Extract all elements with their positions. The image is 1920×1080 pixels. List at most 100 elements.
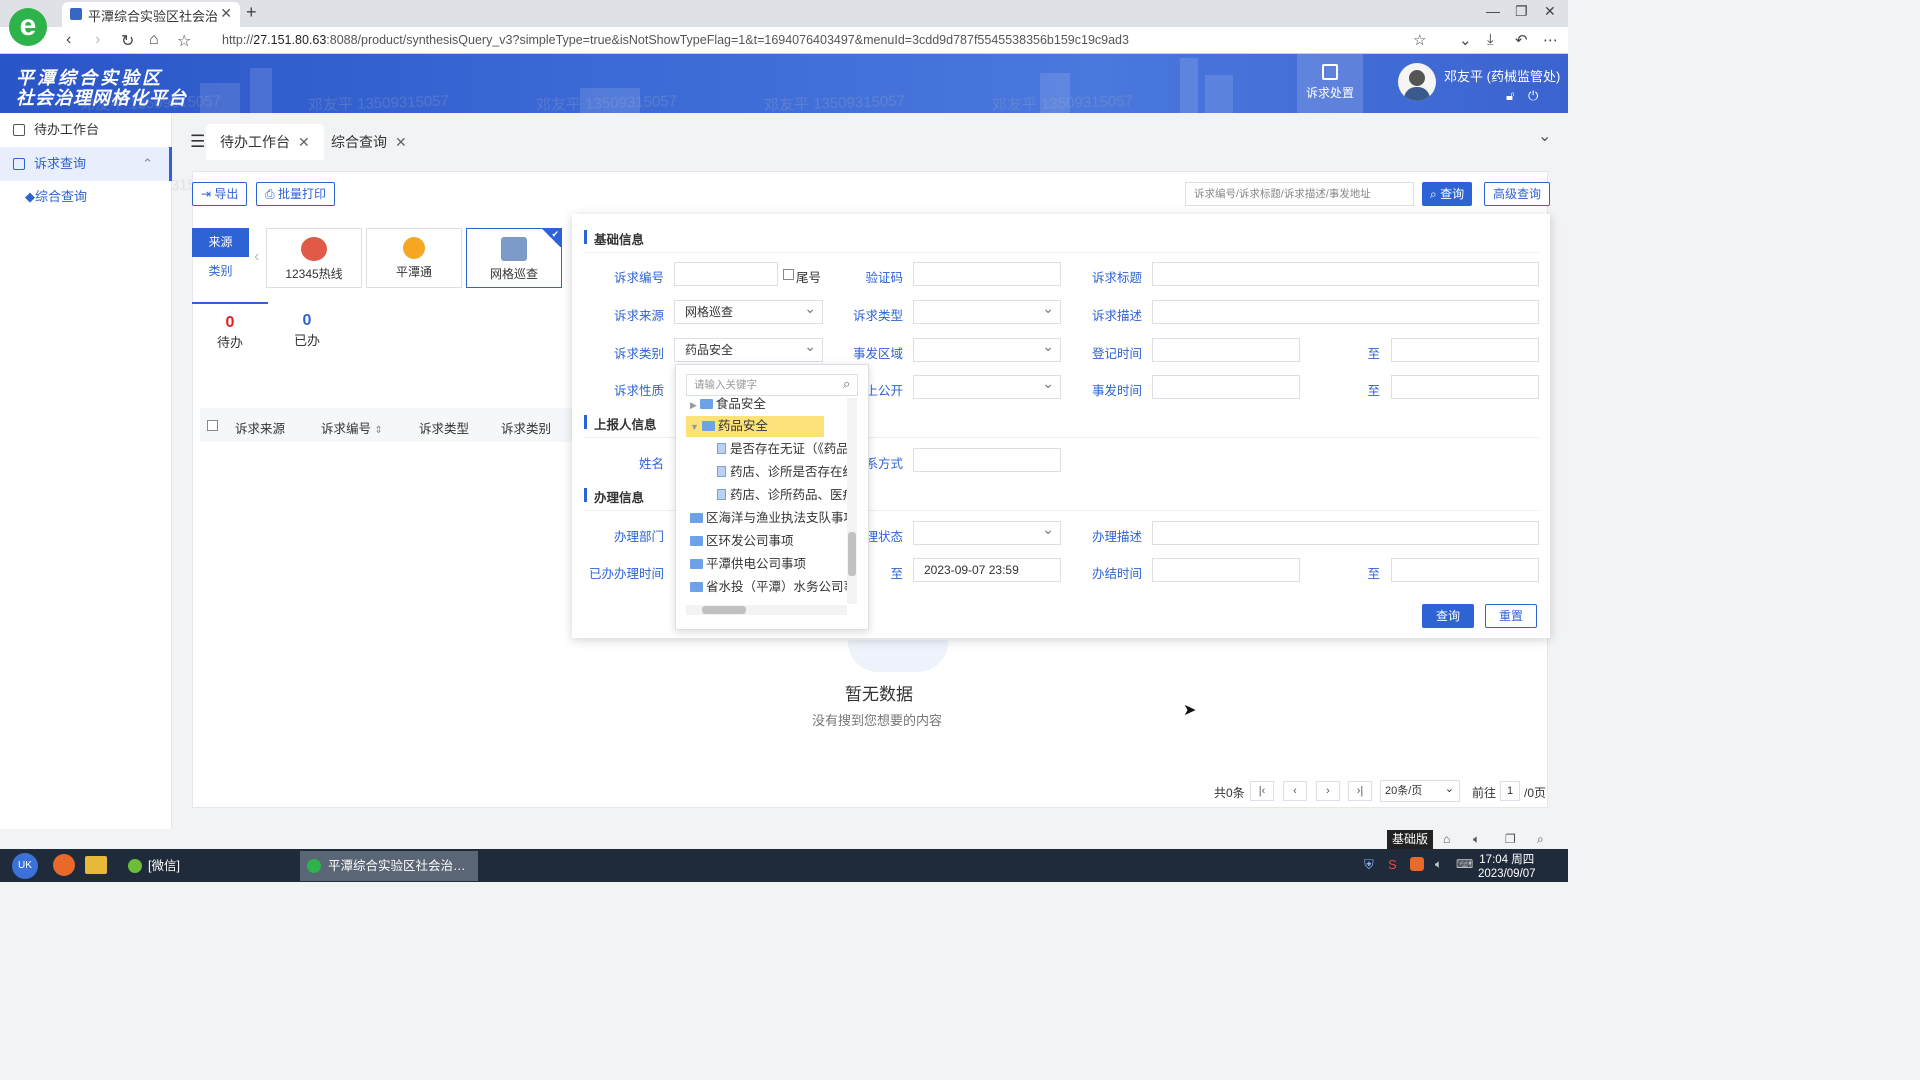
tree-node[interactable]: ▶ 食品安全 — [690, 394, 766, 415]
tree-node[interactable]: 省水投（平潭）水务公司事项 — [690, 577, 847, 598]
home-icon[interactable]: ⌂ — [149, 31, 159, 49]
url-field[interactable]: http://27.151.80.63:8088/product/synthes… — [222, 33, 1129, 47]
tree-node[interactable]: 区环发公司事项 — [690, 531, 794, 552]
source-card-12345[interactable]: 12345热线 — [266, 228, 362, 288]
public-select[interactable] — [913, 372, 1061, 399]
power-icon[interactable]: ⏻ — [1528, 88, 1538, 104]
desc-input[interactable] — [1152, 300, 1539, 324]
window-icon[interactable]: ❐ — [1505, 832, 1516, 846]
clock[interactable]: 17:04 周四 2023/09/07 — [1478, 853, 1536, 881]
menu-toggle-icon[interactable]: ☰ — [190, 132, 205, 152]
search-icon[interactable]: ⌕ — [843, 376, 850, 392]
first-page-button[interactable]: |‹ — [1250, 781, 1274, 801]
contact-input[interactable] — [913, 448, 1061, 472]
chevron-down-icon[interactable]: ⌄ — [1538, 126, 1551, 146]
speaker-icon[interactable]: 🔈︎ — [1473, 832, 1480, 847]
source-card-pingtantong[interactable]: 平潭通 — [366, 228, 462, 288]
select-all-checkbox[interactable] — [207, 420, 218, 431]
close-icon[interactable]: ✕ — [298, 134, 310, 150]
suqiu-chuzhi-button[interactable]: 诉求处置 — [1297, 54, 1363, 113]
forward-icon[interactable]: › — [95, 31, 100, 49]
title-input[interactable] — [1152, 262, 1539, 286]
tree-vertical-thumb[interactable] — [848, 532, 856, 576]
sidebar-subitem-synthesis[interactable]: ◆综合查询 — [25, 186, 87, 205]
tab-todo[interactable]: 待办工作台 ✕ — [206, 124, 324, 160]
browser-tab[interactable]: 平潭综合实验区社会治 ✕ — [62, 2, 240, 27]
download-icon[interactable]: ⤓ — [1487, 31, 1494, 48]
tree-horizontal-thumb[interactable] — [702, 606, 746, 614]
column-header[interactable]: 诉求类型 — [419, 418, 469, 437]
tail-checkbox[interactable] — [783, 269, 794, 280]
reg-time-end[interactable] — [1391, 338, 1539, 362]
page-size-select[interactable]: 20条/页 ⌄ — [1380, 780, 1460, 802]
adv-reset-button[interactable]: 重置 — [1485, 604, 1537, 628]
reload-icon[interactable]: ↻ — [121, 31, 134, 51]
task-wechat[interactable]: [微信] — [120, 851, 296, 881]
status-icon-1[interactable]: ⌂ — [1443, 832, 1450, 846]
lock-icon[interactable]: 🔓︎ — [1506, 88, 1514, 104]
category-tab[interactable]: 类别 — [192, 262, 249, 282]
sidebar-item-suqiu-query[interactable]: 诉求查询 ⌃ — [0, 147, 172, 181]
done-time-end[interactable]: 2023-09-07 23:59 — [913, 558, 1061, 582]
network-icon[interactable]: ⌨︎ — [1456, 857, 1473, 871]
minimize-icon[interactable]: — — [1486, 3, 1500, 19]
count-pending[interactable]: 0 待办 — [192, 302, 268, 360]
more-icon[interactable]: ⋯ — [1543, 31, 1558, 49]
firefox-icon[interactable] — [53, 854, 75, 876]
column-header[interactable]: 诉求来源 — [235, 418, 285, 437]
favorite-star-icon[interactable]: ☆ — [1413, 31, 1426, 49]
batch-print-button[interactable]: ⎙ 批量打印 — [256, 182, 335, 206]
next-page-button[interactable]: › — [1316, 781, 1340, 801]
page-input[interactable]: 1 — [1500, 781, 1520, 801]
query-button[interactable]: ⌕ 查询 — [1422, 182, 1473, 206]
volume-icon[interactable]: 🔈︎ — [1435, 857, 1442, 872]
tree-node-selected[interactable]: ▼ 药品安全 — [686, 416, 824, 437]
edition-badge[interactable]: 基础版 — [1387, 830, 1433, 849]
sidebar-item-todo[interactable]: 待办工作台 — [0, 113, 172, 147]
verify-input[interactable] — [913, 262, 1061, 286]
source-tab[interactable]: 来源 — [192, 228, 249, 257]
new-tab-icon[interactable]: + — [246, 2, 257, 23]
file-manager-icon[interactable] — [85, 856, 107, 874]
avatar[interactable] — [1398, 63, 1436, 101]
tray-app-icon[interactable]: S — [1388, 857, 1397, 872]
finish-time-end[interactable] — [1391, 558, 1539, 582]
count-done[interactable]: 0 已办 — [269, 302, 345, 360]
task-browser[interactable]: 平潭综合实验区社会治… — [300, 851, 478, 881]
column-header[interactable]: 诉求编号 ⇕ — [321, 418, 383, 437]
close-window-icon[interactable]: ✕ — [1544, 3, 1556, 20]
finish-time-start[interactable] — [1152, 558, 1300, 582]
tree-node[interactable]: 区海洋与渔业执法支队事项 — [690, 508, 847, 529]
type-select[interactable] — [913, 297, 1061, 324]
tree-node[interactable]: 平潭供电公司事项 — [690, 554, 806, 575]
close-icon[interactable]: ✕ — [395, 134, 407, 150]
last-page-button[interactable]: ›| — [1348, 781, 1372, 801]
tree-search-input[interactable]: 请输入关键字 — [686, 374, 858, 396]
state-select[interactable] — [913, 518, 1061, 545]
close-tab-icon[interactable]: ✕ — [220, 5, 232, 22]
restore-icon[interactable]: ❐ — [1515, 3, 1528, 20]
advanced-query-button[interactable]: 高级查询 — [1484, 182, 1551, 206]
handle-desc-input[interactable] — [1152, 521, 1539, 545]
tree-leaf[interactable]: 药店、诊所是否存在经 — [717, 462, 847, 483]
search-input[interactable]: 诉求编号/诉求标题/诉求描述/事发地址 — [1185, 182, 1414, 206]
adv-query-button[interactable]: 查询 — [1422, 604, 1474, 628]
column-header[interactable]: 诉求类别 — [501, 418, 551, 437]
prev-page-button[interactable]: ‹ — [1283, 781, 1307, 801]
export-button[interactable]: ⇥ 导出 — [192, 182, 248, 206]
tray-app2-icon[interactable] — [1410, 857, 1424, 871]
zoom-icon[interactable]: ⌕ — [1537, 832, 1544, 847]
start-menu-icon[interactable]: UK — [12, 853, 38, 879]
tree-leaf[interactable]: 药店、诊所药品、医疗 — [717, 485, 847, 506]
event-time-end[interactable] — [1391, 375, 1539, 399]
shield-icon[interactable]: ⛨ — [1364, 857, 1374, 873]
tab-synthesis-query[interactable]: 综合查询 ✕ — [317, 124, 421, 160]
back-icon[interactable]: ‹ — [66, 31, 71, 49]
reg-time-start[interactable] — [1152, 338, 1300, 362]
bookmark-star-icon[interactable]: ☆ — [177, 31, 191, 51]
source-card-grid-patrol[interactable]: 网格巡查 — [466, 228, 562, 288]
area-select[interactable] — [913, 335, 1061, 362]
tree-leaf[interactable]: 是否存在无证（《药品 — [717, 439, 847, 460]
category-select[interactable]: 药品安全 — [674, 335, 823, 362]
code-input[interactable] — [674, 262, 778, 286]
